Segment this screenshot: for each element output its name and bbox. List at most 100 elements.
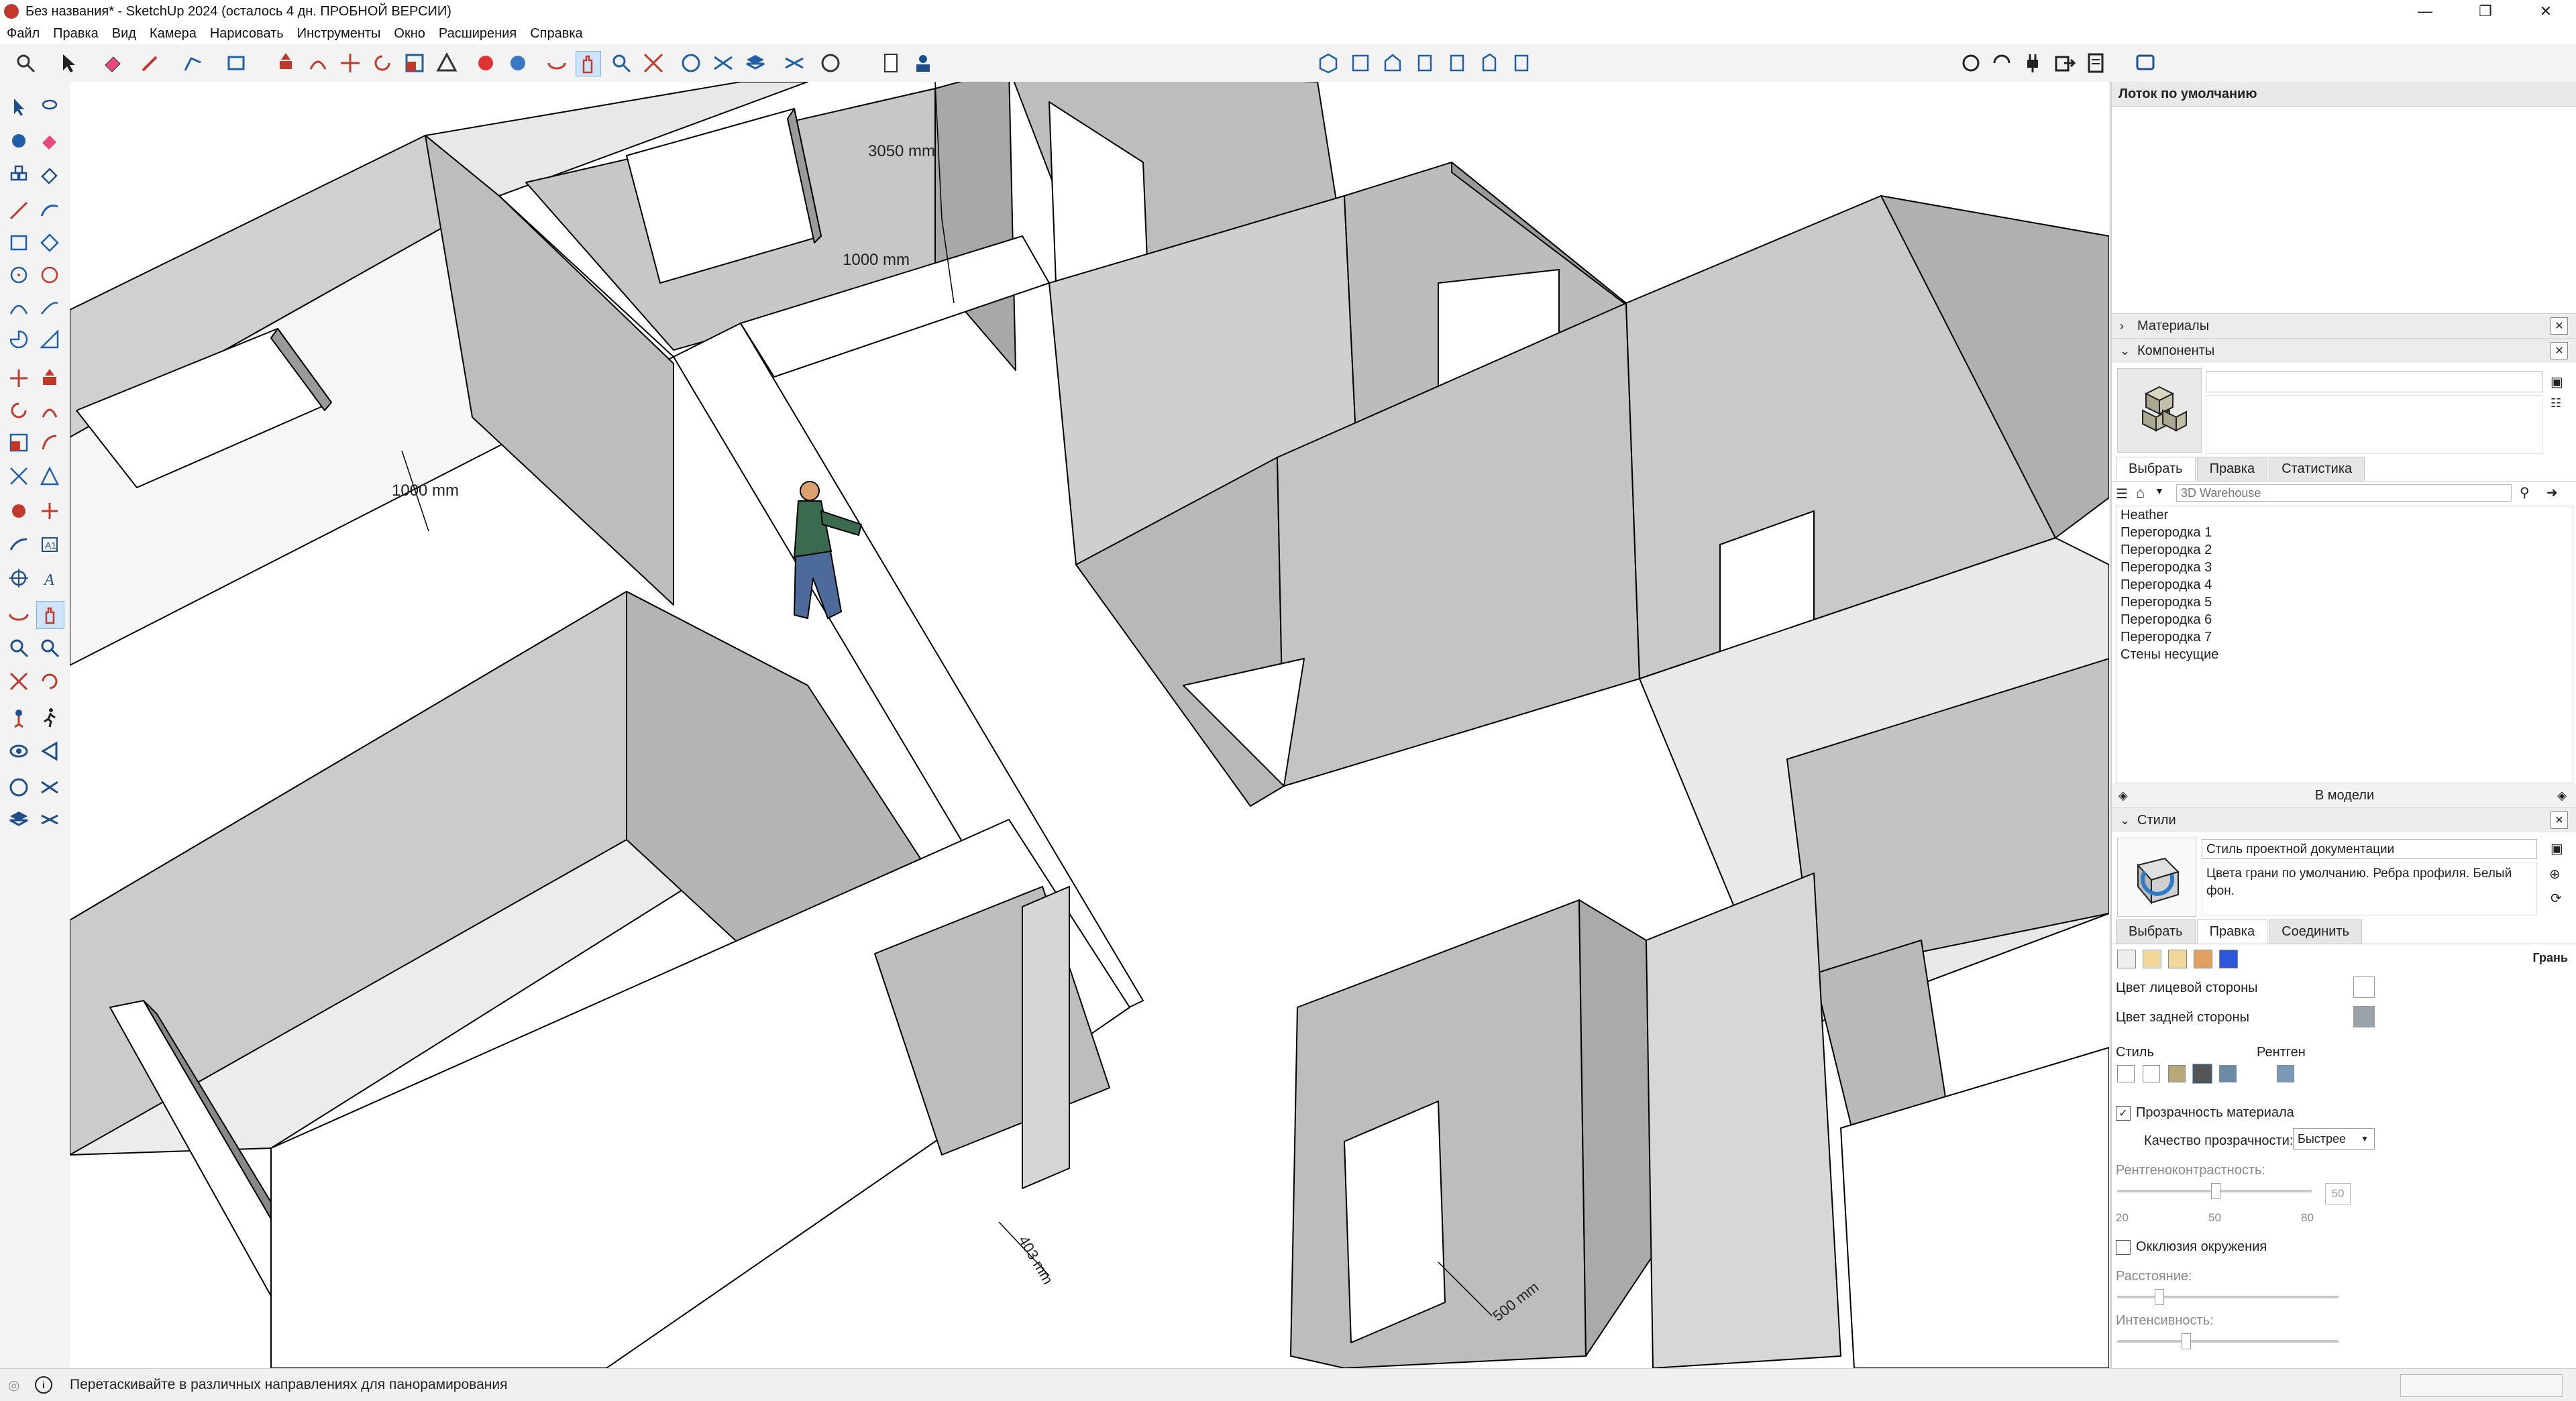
component-name-field[interactable] — [2206, 371, 2542, 392]
rectangle-tool-icon[interactable] — [224, 51, 248, 75]
front-view-icon[interactable] — [1381, 51, 1405, 75]
components-tool-icon[interactable] — [5, 161, 32, 188]
flip-icon[interactable] — [5, 463, 32, 490]
list-item[interactable]: Перегородка 6 — [2116, 611, 2573, 628]
scale-tool-icon[interactable] — [402, 51, 427, 75]
zoom-icon[interactable] — [609, 51, 633, 75]
list-item[interactable]: Heather — [2116, 506, 2573, 524]
paint-icon[interactable] — [5, 127, 32, 154]
back-view-icon[interactable] — [1445, 51, 1469, 75]
pie-icon[interactable] — [5, 326, 32, 353]
export-icon[interactable] — [2053, 51, 2077, 75]
select-icon[interactable] — [5, 94, 32, 121]
line-tool-icon[interactable] — [181, 51, 205, 75]
search-icon[interactable]: ⚲ — [2520, 484, 2530, 501]
orbit-icon[interactable] — [545, 51, 569, 75]
styles-section-header[interactable]: ⌄ Стили ✕ — [2112, 807, 2576, 832]
position-camera-icon[interactable] — [5, 704, 32, 731]
tab-mix[interactable]: Соединить — [2269, 919, 2363, 944]
menu-help[interactable]: Справка — [523, 26, 589, 42]
xray-contrast-thumb[interactable] — [2211, 1183, 2220, 1199]
transparency-checkbox[interactable]: ✓ — [2116, 1105, 2131, 1121]
sync-icon[interactable] — [1959, 51, 1983, 75]
menu-file[interactable]: Файл — [0, 26, 46, 42]
axes-icon[interactable] — [5, 565, 32, 592]
right-view-icon[interactable] — [1413, 51, 1437, 75]
save-icon[interactable]: ▣ — [2551, 374, 2563, 390]
list-item[interactable]: Перегородка 4 — [2116, 576, 2573, 594]
components-section-header[interactable]: ⌄ Компоненты ✕ — [2112, 338, 2576, 363]
tab-select[interactable]: Выбрать — [2116, 919, 2196, 944]
follow-me-icon[interactable] — [306, 51, 330, 75]
edge-settings-icon[interactable] — [2117, 950, 2136, 968]
tab-edit[interactable]: Правка — [2196, 457, 2268, 481]
rotated-rectangle-icon[interactable] — [36, 229, 63, 256]
shaded-textures-style-icon[interactable] — [2192, 1064, 2212, 1084]
maximize-button[interactable]: ❐ — [2455, 0, 2516, 23]
face-settings-icon[interactable] — [2143, 950, 2161, 968]
rotate-icon[interactable] — [5, 397, 32, 424]
quality-select[interactable]: Быстрее ▼ — [2293, 1128, 2375, 1150]
intensity-thumb[interactable] — [2182, 1333, 2191, 1349]
list-item[interactable]: Перегородка 1 — [2116, 524, 2573, 541]
view-options-icon[interactable]: ☰ — [2116, 486, 2128, 502]
navigate-forward-icon[interactable]: ◈ — [2557, 789, 2567, 803]
xray-toggle-icon[interactable] — [2277, 1065, 2294, 1082]
menu-tools[interactable]: Инструменты — [290, 26, 388, 42]
text-tool-icon[interactable]: A1 — [36, 531, 63, 558]
three-point-arc-icon[interactable] — [36, 326, 63, 353]
geo-location-icon[interactable]: ◎ — [8, 1377, 19, 1394]
move-tool-icon[interactable] — [338, 51, 362, 75]
user-icon[interactable] — [911, 51, 935, 75]
layout-icon[interactable] — [2133, 51, 2157, 75]
close-icon[interactable]: ✕ — [2551, 811, 2568, 829]
info-icon[interactable]: i — [35, 1376, 52, 1394]
eraser-icon[interactable] — [101, 51, 125, 75]
list-item[interactable]: Перегородка 7 — [2116, 628, 2573, 646]
report-icon[interactable] — [2084, 51, 2108, 75]
section-tool-icon[interactable] — [36, 738, 63, 765]
zoom-window-icon[interactable] — [36, 634, 63, 661]
polygon-icon[interactable] — [36, 262, 63, 288]
tab-statistics[interactable]: Статистика — [2269, 457, 2365, 481]
wireframe-style-icon[interactable] — [2117, 1065, 2135, 1082]
minimize-button[interactable]: — — [2395, 0, 2455, 23]
layers-tool-icon[interactable] — [5, 806, 32, 833]
occlusion-checkbox[interactable] — [2116, 1239, 2131, 1255]
paint-bucket-tool-icon[interactable] — [5, 498, 32, 524]
extension-tool-icon[interactable] — [36, 774, 63, 801]
tab-select[interactable]: Выбрать — [2116, 457, 2196, 481]
list-item[interactable]: Перегородка 3 — [2116, 559, 2573, 576]
left-view-icon[interactable] — [1477, 51, 1501, 75]
pencil-icon[interactable] — [138, 51, 162, 75]
modeling-settings-icon[interactable] — [2219, 950, 2238, 968]
details-icon[interactable]: ☷ — [2551, 396, 2561, 410]
shaded-style-icon[interactable] — [2168, 1065, 2186, 1082]
save-style-icon[interactable]: ▣ — [2551, 840, 2563, 857]
follow-me-tool-icon[interactable] — [36, 397, 63, 424]
zoom-tool-icon[interactable] — [5, 634, 32, 661]
orbit-tool-icon[interactable] — [5, 601, 32, 628]
account-icon[interactable] — [818, 51, 843, 75]
eraser-alt-icon[interactable] — [36, 161, 63, 188]
home-icon[interactable]: ⌂ — [2136, 484, 2145, 502]
walk-icon[interactable] — [36, 704, 63, 731]
close-icon[interactable]: ✕ — [2551, 342, 2568, 359]
front-color-swatch[interactable] — [2353, 976, 2375, 998]
zoom-extents-tool-icon[interactable] — [5, 668, 32, 695]
component-description-field[interactable] — [2206, 395, 2542, 454]
watermark-settings-icon[interactable] — [2194, 950, 2212, 968]
3d-viewport[interactable]: 3050 mm 1000 mm 1000 mm 403 mm 500 mm — [70, 82, 2109, 1368]
materials-section-header[interactable]: › Материалы ✕ — [2112, 313, 2576, 338]
freehand-icon[interactable] — [36, 197, 63, 224]
sync-alt-icon[interactable] — [1990, 51, 2014, 75]
push-pull-tool-icon[interactable] — [36, 365, 63, 392]
list-item[interactable]: Перегородка 5 — [2116, 594, 2573, 611]
xray-contrast-value[interactable]: 50 — [2325, 1183, 2351, 1204]
warehouse-tool-icon[interactable] — [5, 774, 32, 801]
offset-icon[interactable] — [36, 429, 63, 456]
navigate-back-icon[interactable]: ◈ — [2118, 789, 2128, 803]
circle-icon[interactable] — [5, 262, 32, 288]
arc-icon[interactable] — [5, 294, 32, 321]
new-document-icon[interactable] — [879, 51, 903, 75]
